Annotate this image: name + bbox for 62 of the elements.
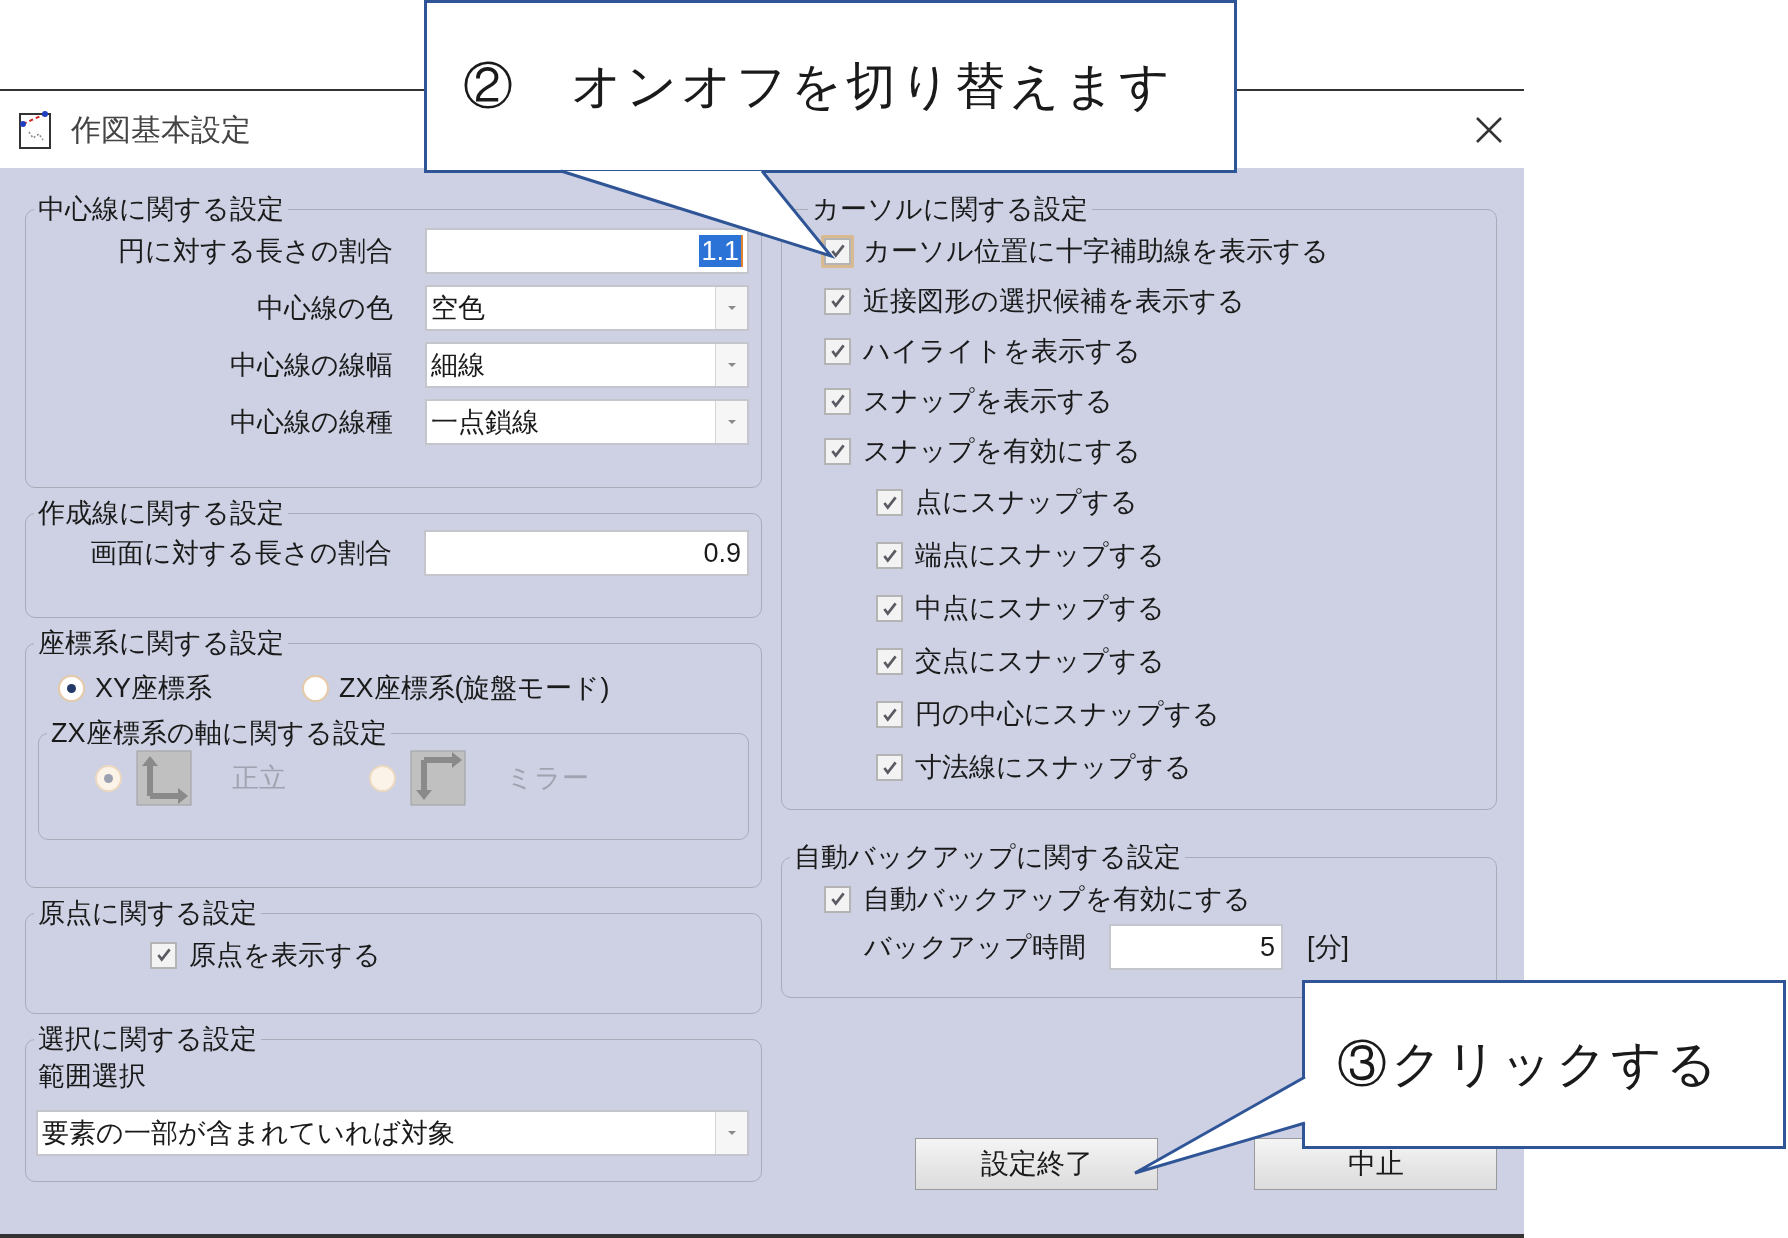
dropdown[interactable]: 一点鎖線 (424, 399, 749, 445)
dropdown-arrow-icon (726, 1130, 737, 1136)
text-field[interactable]: 5 (1109, 924, 1283, 970)
group-title: 原点に関する設定 (37, 897, 258, 930)
radio-label: XY座標系 (95, 671, 213, 705)
checkbox-label: 中点にスナップする (915, 592, 1165, 626)
field-label: 円に対する長さの割合 (116, 234, 393, 268)
unit-label: [分] (1307, 930, 1349, 964)
field-label: バックアップ時間 (864, 930, 1087, 964)
radio-label: ZX座標系(旋盤モード) (339, 671, 610, 705)
axis-icon (410, 750, 466, 806)
field-label: 中心線の色 (255, 291, 393, 325)
radio-button[interactable] (302, 674, 329, 702)
group-title: ZX座標系の軸に関する設定 (50, 717, 388, 750)
checkbox[interactable] (150, 941, 177, 969)
checkbox[interactable] (824, 885, 851, 913)
group-title: 中心線に関する設定 (37, 193, 285, 226)
checkbox[interactable] (876, 754, 903, 781)
text-field[interactable]: 0.9 (423, 530, 749, 576)
checkbox-label: スナップを表示する (863, 384, 1113, 418)
checkbox[interactable] (876, 648, 903, 675)
checkbox[interactable] (876, 489, 903, 516)
group-title: 作成線に関する設定 (37, 497, 285, 530)
checkbox[interactable] (876, 542, 903, 569)
checkbox-label: 寸法線にスナップする (915, 751, 1192, 785)
dropdown[interactable]: 細線 (424, 342, 749, 388)
text-field[interactable]: 1.1 (424, 228, 749, 274)
checkbox-label: スナップを有効にする (863, 434, 1141, 468)
checkbox-label: カーソル位置に十字補助線を表示する (863, 234, 1329, 268)
radio-button[interactable] (58, 674, 85, 702)
group-title: 選択に関する設定 (37, 1023, 258, 1056)
dropdown-arrow-icon (726, 362, 737, 368)
field-label: 中心線の線幅 (228, 348, 393, 382)
dropdown-arrow-icon (726, 419, 737, 425)
checkbox-label: ハイライトを表示する (863, 334, 1141, 368)
checkbox[interactable] (876, 701, 903, 728)
checkbox-label: 交点にスナップする (915, 645, 1165, 679)
field-label: 画面に対する長さの割合 (88, 536, 392, 570)
checkbox-label: 近接図形の選択候補を表示する (863, 284, 1245, 318)
axis-icon (136, 750, 192, 806)
group-title: 座標系に関する設定 (37, 627, 285, 660)
checkbox[interactable] (824, 287, 851, 315)
dropdown-arrow-icon (726, 305, 737, 311)
checkbox-label: 原点を表示する (189, 938, 381, 972)
checkbox-label: 点にスナップする (915, 486, 1138, 520)
dropdown[interactable]: 空色 (424, 285, 749, 331)
dropdown[interactable]: 要素の一部が含まれていれば対象 (36, 1110, 749, 1156)
close-icon[interactable] (1474, 114, 1504, 145)
checkbox-label: 円の中心にスナップする (915, 698, 1220, 732)
window-title: 作図基本設定 (71, 112, 251, 148)
checkbox-label: 自動バックアップを有効にする (863, 882, 1251, 916)
dialog-button[interactable]: 設定終了 (915, 1138, 1158, 1190)
checkbox[interactable] (824, 437, 851, 465)
field-label: 中心線の線種 (228, 405, 393, 439)
checkbox[interactable] (824, 387, 851, 415)
checkbox-label: 端点にスナップする (915, 539, 1165, 573)
checkbox[interactable] (824, 337, 851, 365)
group-title: カーソルに関する設定 (811, 193, 1089, 226)
checkbox[interactable] (876, 595, 903, 622)
group-title: 自動バックアップに関する設定 (793, 841, 1182, 874)
app-icon (17, 109, 53, 150)
field-label: 範囲選択 (38, 1060, 147, 1093)
